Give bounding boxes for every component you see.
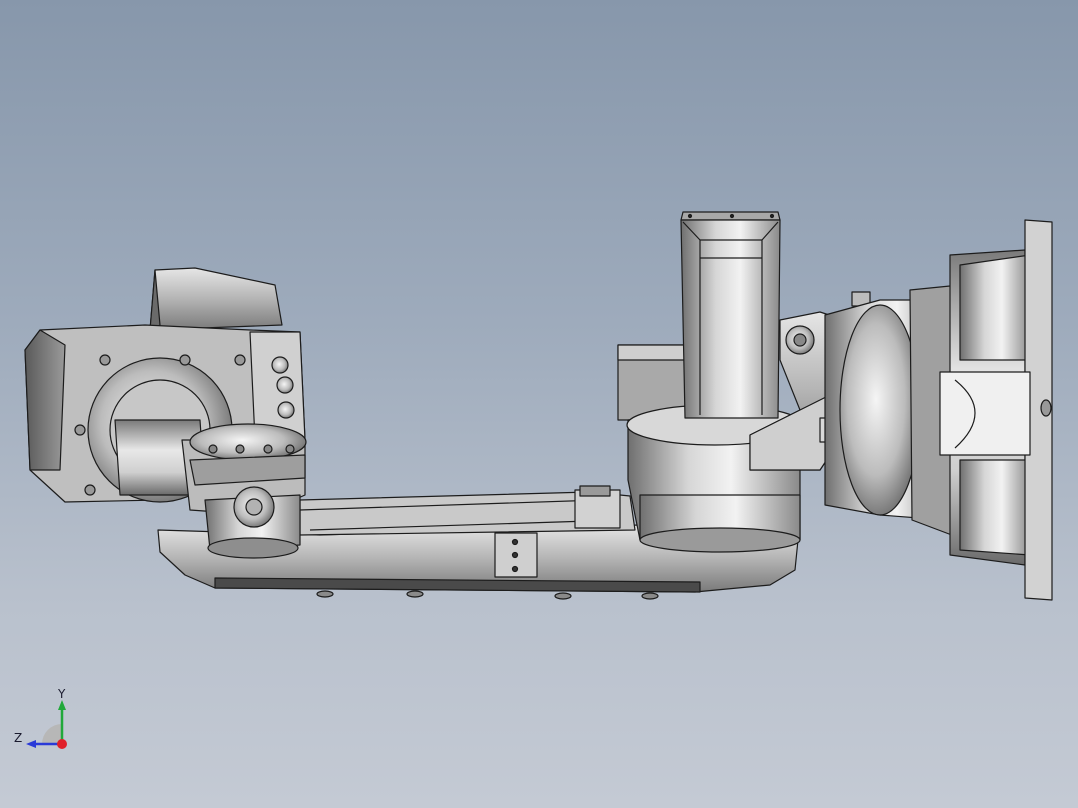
base-flange xyxy=(824,219,1053,601)
z-axis-label: Z xyxy=(14,731,22,745)
x-axis-dot xyxy=(57,739,67,749)
z-axis-arrow xyxy=(26,740,36,748)
vertical-motor xyxy=(680,211,781,419)
axis-triad: Y Z xyxy=(14,687,67,749)
robot-arm-model[interactable] xyxy=(0,0,1078,808)
y-axis-label: Y xyxy=(57,687,66,701)
y-axis-arrow xyxy=(58,700,66,710)
graphics-viewport[interactable]: Y Z xyxy=(0,0,1078,808)
